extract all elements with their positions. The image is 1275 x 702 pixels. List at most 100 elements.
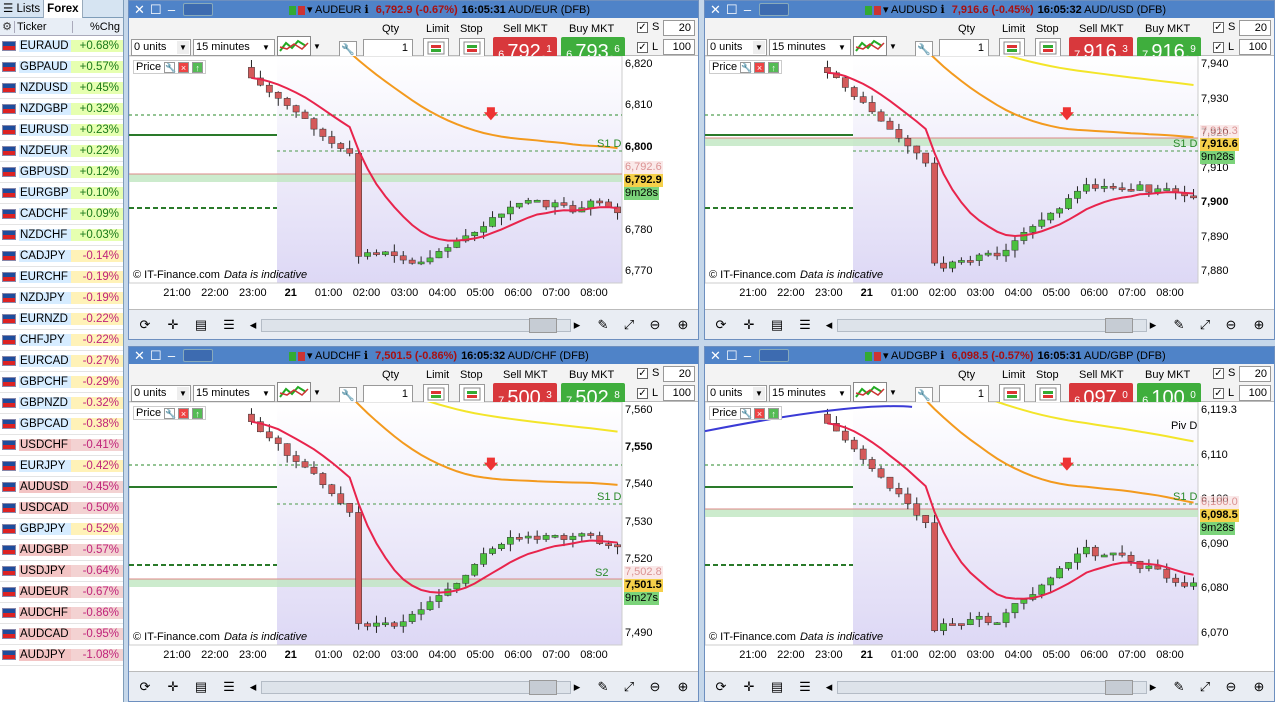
minimize-icon[interactable]: –	[742, 2, 753, 17]
info-icon[interactable]: ℹ	[937, 350, 947, 362]
wrench-icon[interactable]: 🔧	[740, 407, 752, 419]
table-icon[interactable]: ▤	[193, 317, 209, 333]
zoom-in-icon[interactable]: ⊕	[1251, 317, 1267, 333]
watchlist-row[interactable]: AUDCAD -0.95%	[0, 624, 123, 645]
scroll-right-icon[interactable]: ▸	[1145, 317, 1161, 333]
refresh-icon[interactable]: ⟳	[713, 317, 729, 333]
limit-order-icon[interactable]	[423, 384, 449, 404]
s-input[interactable]: 20	[663, 20, 695, 36]
scroll-left-icon[interactable]: ◂	[245, 317, 261, 333]
watchlist-row[interactable]: GBPNZD -0.32%	[0, 393, 123, 414]
y-axis[interactable]: 7,9407,9307,9207,9107,9007,8907,880	[1198, 56, 1274, 283]
chevron-down-icon[interactable]: ▼	[313, 388, 321, 397]
chart-type-icon[interactable]	[277, 382, 311, 402]
maximize-icon[interactable]: ☐	[150, 2, 162, 18]
draw-tool-icon[interactable]: ✎	[1171, 317, 1187, 333]
watchlist-row[interactable]: CHFJPY -0.22%	[0, 330, 123, 351]
stop-checkbox[interactable]: ✓	[1213, 368, 1224, 379]
add-icon[interactable]: ↑	[192, 61, 204, 73]
delete-icon[interactable]: ×	[178, 407, 190, 419]
crosshair-icon[interactable]: ✛	[741, 317, 757, 333]
column-change[interactable]: %Chg	[72, 20, 123, 33]
maximize-icon[interactable]: ☐	[726, 2, 738, 18]
close-icon[interactable]: ✕	[710, 348, 721, 364]
window-titlebar[interactable]: ✕ ☐ – ▾ AUDGBP ℹ 6,098.5 (-0.57%) 16:05:31 A…	[705, 347, 1274, 364]
watchlist-row[interactable]: GBPCHF -0.29%	[0, 372, 123, 393]
chevron-down-icon[interactable]: ▼	[889, 42, 897, 51]
x-axis[interactable]: 21:00 22:00 23:00 21 01:00 02:00 03:00 04:00 05:…	[129, 649, 622, 665]
watchlist-row[interactable]: EURCHF -0.19%	[0, 267, 123, 288]
dropdown-icon[interactable]: ▾	[307, 350, 315, 362]
scroll-left-icon[interactable]: ◂	[821, 317, 837, 333]
chevron-down-icon[interactable]: ▼	[889, 388, 897, 397]
watchlist-row[interactable]: CADJPY -0.14%	[0, 246, 123, 267]
draw-tool-icon[interactable]: ✎	[595, 317, 611, 333]
table-icon[interactable]: ▤	[769, 679, 785, 695]
watchlist-row[interactable]: AUDGBP -0.57%	[0, 540, 123, 561]
s-input[interactable]: 20	[1239, 20, 1271, 36]
scrollbar-track[interactable]	[837, 319, 1147, 332]
indicator-icon[interactable]: ☰	[797, 317, 813, 333]
watchlist-row[interactable]: AUDEUR -0.67%	[0, 582, 123, 603]
scrollbar-thumb[interactable]	[529, 318, 557, 333]
scrollbar-thumb[interactable]	[1105, 680, 1133, 695]
watchlist-row[interactable]: USDJPY -0.64%	[0, 561, 123, 582]
minimize-icon[interactable]: –	[166, 2, 177, 17]
watchlist-row[interactable]: NZDEUR +0.22%	[0, 141, 123, 162]
delete-icon[interactable]: ×	[178, 61, 190, 73]
y-axis[interactable]: 7,5607,5507,5407,5307,5207,5107,490	[622, 402, 698, 645]
scroll-left-icon[interactable]: ◂	[821, 679, 837, 695]
indicator-icon[interactable]: ☰	[221, 679, 237, 695]
x-axis[interactable]: 21:00 22:00 23:00 21 01:00 02:00 03:00 04:00 05:…	[705, 649, 1198, 665]
info-icon[interactable]: ℹ	[937, 4, 947, 16]
qty-input[interactable]: 1	[939, 385, 989, 403]
chart-type-icon[interactable]	[853, 382, 887, 402]
zoom-out-icon[interactable]: ⊖	[1223, 679, 1239, 695]
watchlist-row[interactable]: NZDGBP +0.32%	[0, 99, 123, 120]
dropdown-icon[interactable]: ▾	[883, 4, 891, 16]
l-input[interactable]: 100	[1239, 39, 1271, 55]
draw-tool-icon[interactable]: ✎	[1171, 679, 1187, 695]
chart-canvas[interactable]: Price 🔧 × ↑ © IT-Finance.com Data is indicati…	[129, 56, 698, 309]
scrollbar-thumb[interactable]	[1105, 318, 1133, 333]
s-input[interactable]: 20	[1239, 366, 1271, 382]
zoom-in-icon[interactable]: ⊕	[675, 679, 691, 695]
tab-lists[interactable]: ☰ Lists	[0, 0, 45, 18]
limit-order-icon[interactable]	[423, 38, 449, 58]
watchlist-row[interactable]: EURCAD -0.27%	[0, 351, 123, 372]
refresh-icon[interactable]: ⟳	[713, 679, 729, 695]
price-legend[interactable]: Price 🔧 × ↑	[709, 60, 783, 74]
watchlist-row[interactable]: AUDCHF -0.86%	[0, 603, 123, 624]
draw-tool-icon[interactable]: ✎	[595, 679, 611, 695]
crosshair-icon[interactable]: ✛	[165, 679, 181, 695]
scrollbar-thumb[interactable]	[529, 680, 557, 695]
l-input[interactable]: 100	[1239, 385, 1271, 401]
price-legend[interactable]: Price 🔧 × ↑	[133, 406, 207, 420]
chart-canvas[interactable]: Price 🔧 × ↑ © IT-Finance.com Data is indicati…	[705, 56, 1274, 309]
watchlist-row[interactable]: USDCHF -0.41%	[0, 435, 123, 456]
maximize-icon[interactable]: ☐	[150, 348, 162, 364]
keyboard-icon[interactable]	[759, 3, 789, 16]
stop-checkbox[interactable]: ✓	[637, 22, 648, 33]
watchlist-row[interactable]: GBPUSD +0.12%	[0, 162, 123, 183]
stop-checkbox[interactable]: ✓	[1213, 22, 1224, 33]
scroll-right-icon[interactable]: ▸	[569, 317, 585, 333]
add-icon[interactable]: ↑	[192, 407, 204, 419]
chevron-down-icon[interactable]: ▼	[835, 387, 849, 400]
add-icon[interactable]: ↑	[768, 61, 780, 73]
watchlist-row[interactable]: NZDCHF +0.03%	[0, 225, 123, 246]
chevron-down-icon[interactable]: ▼	[753, 41, 765, 54]
limit-order-icon[interactable]	[999, 384, 1025, 404]
dropdown-icon[interactable]: ▾	[307, 4, 315, 16]
limit-checkbox[interactable]: ✓	[1213, 42, 1224, 53]
settings-icon[interactable]: ⚙	[0, 20, 14, 33]
watchlist-row[interactable]: EURUSD +0.23%	[0, 120, 123, 141]
zoom-in-icon[interactable]: ⊕	[675, 317, 691, 333]
keyboard-icon[interactable]	[759, 349, 789, 362]
window-titlebar[interactable]: ✕ ☐ – ▾ AUDEUR ℹ 6,792.9 (-0.67%) 16:05:31 A…	[129, 1, 698, 18]
scroll-right-icon[interactable]: ▸	[1145, 679, 1161, 695]
zoom-in-icon[interactable]: ⊕	[1251, 679, 1267, 695]
stop-order-icon[interactable]	[1035, 384, 1061, 404]
indicator-icon[interactable]: ☰	[797, 679, 813, 695]
window-titlebar[interactable]: ✕ ☐ – ▾ AUDCHF ℹ 7,501.5 (-0.86%) 16:05:32 A…	[129, 347, 698, 364]
